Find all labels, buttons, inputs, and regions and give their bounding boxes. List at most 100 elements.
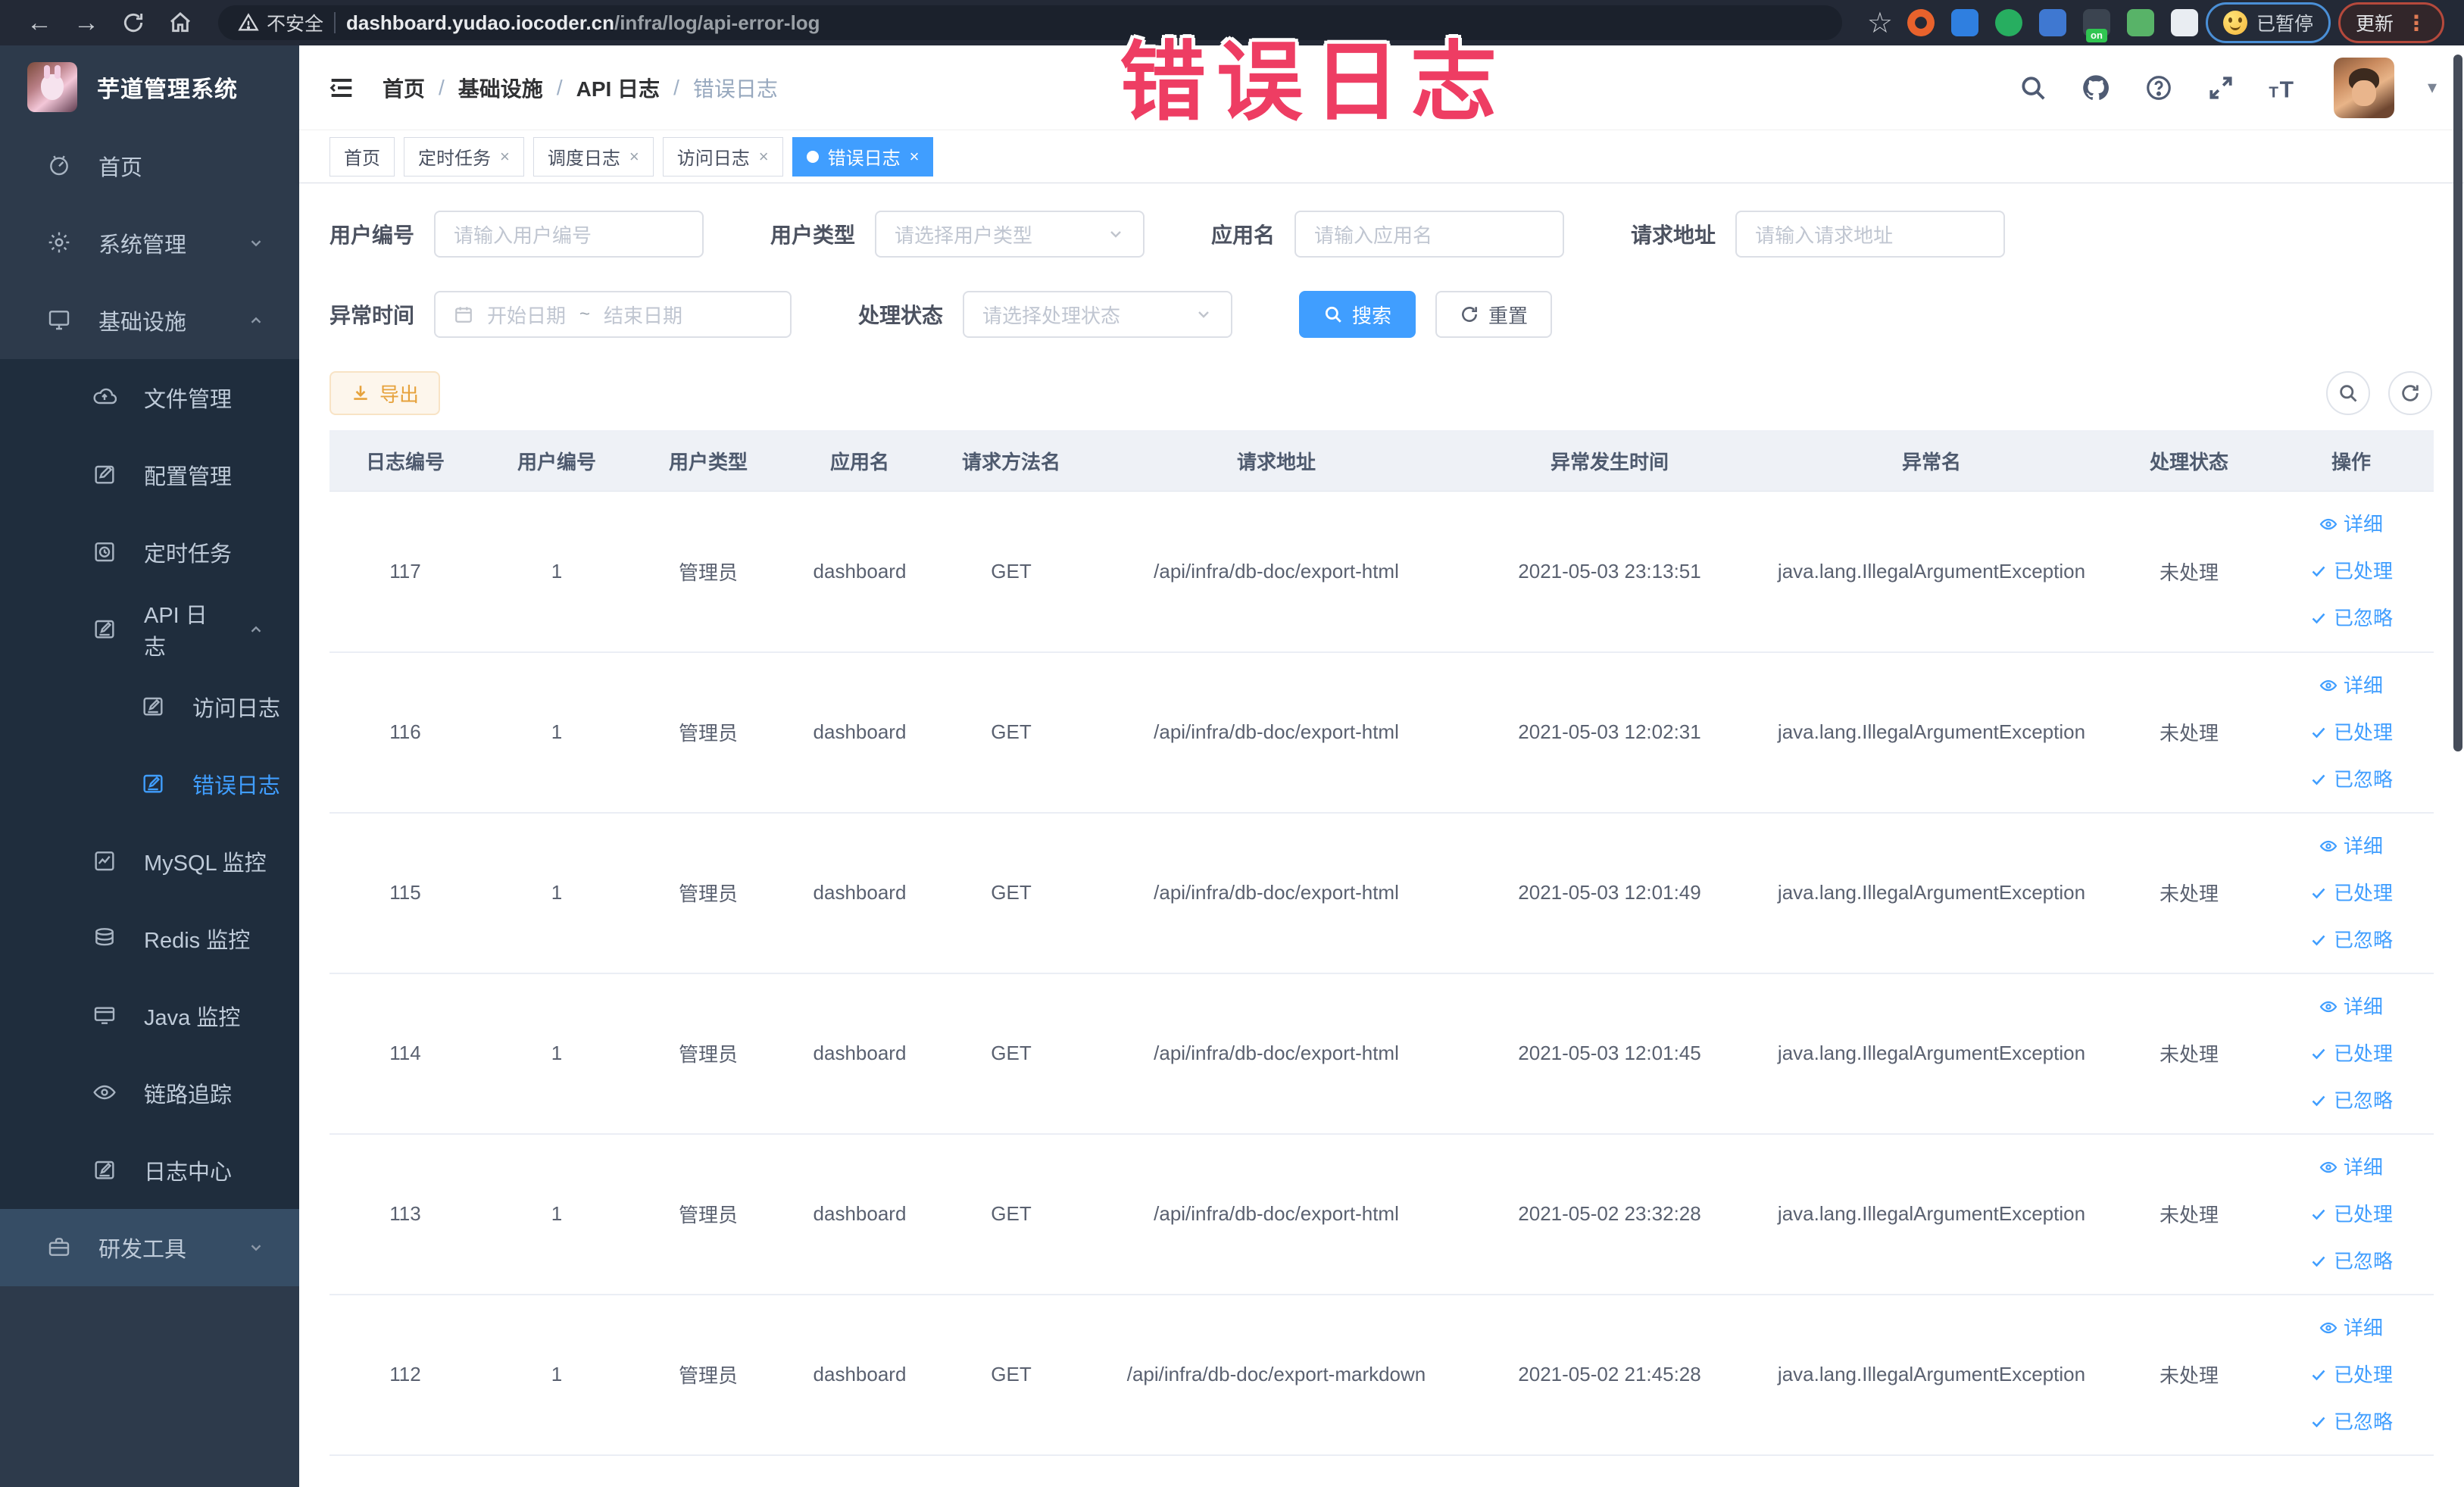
sidebar-item-infrastructure[interactable]: 基础设施	[0, 282, 299, 359]
extension-icon[interactable]	[1950, 9, 1978, 36]
fullscreen-icon[interactable]	[2206, 73, 2235, 102]
breadcrumb-item[interactable]: API 日志	[576, 73, 660, 103]
action-link-已处理[interactable]: 已处理	[2275, 709, 2428, 756]
extension-icon[interactable]	[2126, 9, 2154, 36]
font-size-icon[interactable]: TT	[2269, 73, 2300, 102]
action-link-已忽略[interactable]: 已忽略	[2275, 1077, 2428, 1124]
sidebar-item-label: 访问日志	[192, 697, 281, 721]
dev-tools-icon	[47, 1235, 73, 1261]
exception-time-range-picker[interactable]: 开始日期 ~ 结束日期	[434, 291, 792, 338]
extension-icon[interactable]	[1907, 9, 1935, 36]
app-name-input[interactable]: 请输入应用名	[1294, 211, 1565, 258]
bookmark-star-icon[interactable]: ☆	[1860, 3, 1900, 42]
sidebar-item-label: 配置管理	[144, 465, 233, 489]
refresh-icon	[2402, 385, 2419, 401]
search-button[interactable]: 搜索	[1299, 291, 1416, 338]
action-link-已忽略[interactable]: 已忽略	[2275, 1238, 2428, 1285]
table-cell: 1	[481, 973, 632, 1135]
action-link-已忽略[interactable]: 已忽略	[2275, 756, 2428, 803]
column-header-处理状态: 处理状态	[2110, 430, 2269, 492]
app-logo-row[interactable]: 芋道管理系统	[0, 45, 299, 127]
action-link-详细[interactable]: 详细	[2275, 823, 2428, 870]
table-cell: 管理员	[632, 812, 784, 974]
export-button[interactable]: 导出	[329, 371, 441, 415]
close-tab-icon[interactable]: ×	[759, 147, 769, 167]
refresh-table-button[interactable]	[2388, 371, 2432, 415]
close-tab-icon[interactable]: ×	[500, 147, 510, 167]
sidebar-item-scheduled-tasks[interactable]: 定时任务	[0, 514, 299, 591]
sidebar-item-dev-tools[interactable]: 研发工具	[0, 1209, 299, 1286]
browser-update-button[interactable]: 更新 ⋮	[2338, 2, 2444, 43]
sidebar-item-access-log[interactable]: 访问日志	[0, 668, 299, 745]
table-cell: 1	[481, 1133, 632, 1295]
help-icon[interactable]	[2144, 73, 2173, 102]
action-link-已忽略[interactable]: 已忽略	[2275, 917, 2428, 964]
extension-icon[interactable]: on	[2082, 9, 2110, 42]
sidebar-item-java-monitor[interactable]: Java 监控	[0, 977, 299, 1054]
sidebar-item-trace[interactable]: 链路追踪	[0, 1054, 299, 1132]
browser-home-icon[interactable]	[161, 3, 200, 42]
tab-调度日志[interactable]: 调度日志 ×	[532, 136, 654, 177]
request-url-input[interactable]: 请输入请求地址	[1735, 211, 2006, 258]
extension-icon[interactable]	[1994, 9, 2022, 36]
not-secure-indicator[interactable]: 不安全	[238, 9, 323, 36]
sidebar-item-api-log[interactable]: API 日志	[0, 591, 299, 668]
close-tab-icon[interactable]: ×	[910, 147, 920, 167]
user-avatar[interactable]	[2333, 57, 2394, 118]
table-cell: dashboard	[784, 973, 935, 1135]
user-id-input[interactable]: 请输入用户编号	[434, 211, 704, 258]
tab-定时任务[interactable]: 定时任务 ×	[404, 136, 524, 177]
process-status-select[interactable]: 请选择处理状态	[963, 291, 1233, 338]
sidebar-item-redis-monitor[interactable]: Redis 监控	[0, 900, 299, 977]
extension-icon[interactable]	[2170, 9, 2198, 36]
sidebar-item-home[interactable]: 首页	[0, 127, 299, 205]
sidebar-item-error-log[interactable]: 错误日志	[0, 745, 299, 823]
tab-错误日志[interactable]: 错误日志 ×	[792, 136, 934, 177]
action-link-详细[interactable]: 详细	[2275, 983, 2428, 1030]
table-row: 115 1 管理员 dashboard GET/api/infra/db-doc/exp…	[329, 812, 2434, 974]
action-link-详细[interactable]: 详细	[2275, 1304, 2428, 1351]
user-type-select[interactable]: 请选择用户类型	[875, 211, 1145, 258]
action-link-详细[interactable]: 详细	[2275, 662, 2428, 709]
breadcrumb-item[interactable]: 首页	[383, 73, 425, 103]
column-header-日志编号: 日志编号	[329, 430, 481, 492]
action-link-已处理[interactable]: 已处理	[2275, 870, 2428, 917]
browser-menu-kebab-icon[interactable]: ⋮	[2406, 11, 2427, 36]
sidebar-item-log-center[interactable]: 日志中心	[0, 1132, 299, 1209]
address-bar[interactable]: 不安全 dashboard.yudao.iocoder.cn/infra/log…	[218, 5, 1842, 40]
action-link-已忽略[interactable]: 已忽略	[2275, 595, 2428, 642]
extension-icon[interactable]	[2038, 9, 2066, 36]
reset-button[interactable]: 重置	[1435, 291, 1553, 338]
action-link-详细[interactable]: 详细	[2275, 501, 2428, 548]
profile-paused-badge[interactable]: 已暂停	[2205, 2, 2331, 43]
page-scrollbar[interactable]	[2453, 55, 2462, 751]
github-icon[interactable]	[2081, 73, 2111, 103]
tab-首页[interactable]: 首页	[329, 136, 395, 177]
browser-back-icon[interactable]: ←	[20, 3, 59, 42]
sidebar-item-file-management[interactable]: 文件管理	[0, 359, 299, 436]
close-tab-icon[interactable]: ×	[629, 147, 639, 167]
tab-访问日志[interactable]: 访问日志 ×	[662, 136, 783, 177]
action-link-已忽略[interactable]: 已忽略	[2275, 1398, 2428, 1445]
browser-reload-icon[interactable]	[114, 3, 153, 42]
sidebar-item-label: 文件管理	[144, 388, 233, 412]
tab-label: 错误日志	[827, 148, 901, 169]
check-icon	[2309, 884, 2328, 902]
sidebar-item-label: MySQL 监控	[144, 851, 267, 876]
action-link-已处理[interactable]: 已处理	[2275, 548, 2428, 595]
browser-forward-icon[interactable]: →	[67, 3, 106, 42]
action-link-详细[interactable]: 详细	[2275, 1144, 2428, 1191]
toggle-search-button[interactable]	[2326, 371, 2370, 415]
sidebar-item-mysql-monitor[interactable]: MySQL 监控	[0, 823, 299, 900]
extension-on-badge: on	[2086, 29, 2107, 42]
search-icon[interactable]	[2019, 73, 2047, 102]
request-url-label: 请求地址	[1631, 223, 1716, 247]
sidebar-item-system-management[interactable]: 系统管理	[0, 205, 299, 282]
action-link-已处理[interactable]: 已处理	[2275, 1030, 2428, 1077]
breadcrumb-item[interactable]: 基础设施	[458, 73, 543, 103]
sidebar-item-config-management[interactable]: 配置管理	[0, 436, 299, 514]
action-link-已处理[interactable]: 已处理	[2275, 1351, 2428, 1398]
sidebar-collapse-icon[interactable]	[326, 73, 357, 103]
action-link-已处理[interactable]: 已处理	[2275, 1191, 2428, 1238]
user-menu-caret-icon[interactable]: ▾	[2428, 77, 2437, 98]
